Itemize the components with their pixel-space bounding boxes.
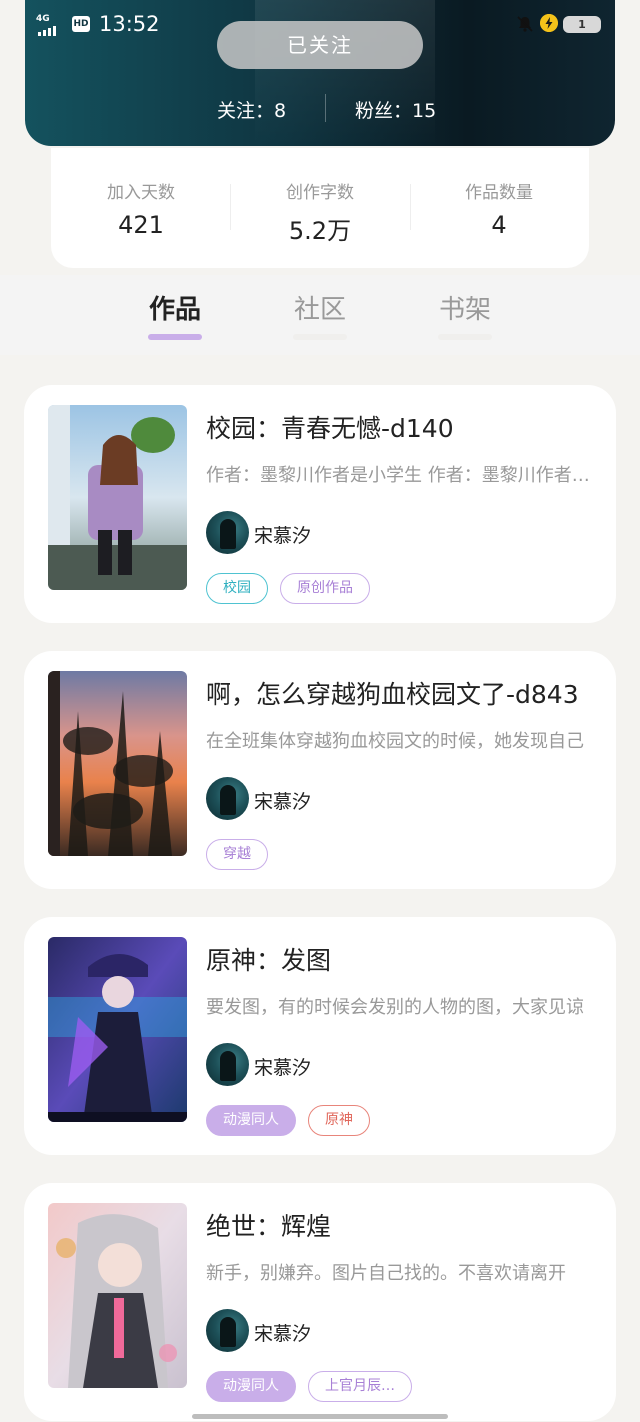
work-cover-image[interactable] (48, 671, 187, 856)
tab-bookshelf[interactable]: 书架 (420, 289, 510, 326)
tag[interactable]: 动漫同人 (206, 1371, 296, 1402)
stat-value: 4 (491, 211, 507, 239)
tag[interactable]: 穿越 (206, 839, 268, 870)
home-indicator[interactable] (192, 1414, 448, 1419)
tag[interactable]: 原创作品 (280, 573, 370, 604)
work-cover-image[interactable] (48, 405, 187, 590)
work-card[interactable]: 绝世：辉煌 新手，别嫌弃。图片自己找的。不喜欢请离开 宋慕汐 动漫同人 上官月辰… (24, 1183, 616, 1421)
mute-bell-icon (517, 16, 533, 32)
tag[interactable]: 校园 (206, 573, 268, 604)
work-description: 要发图，有的时候会发别的人物的图，大家见谅 (206, 997, 584, 1018)
work-tags: 动漫同人 上官月辰… (206, 1371, 412, 1402)
tab-works[interactable]: 作品 (130, 289, 220, 326)
stat-label: 创作字数 (286, 183, 354, 203)
work-title[interactable]: 校园：青春无憾-d140 (206, 409, 454, 445)
tag[interactable]: 上官月辰… (308, 1371, 412, 1402)
tab-bar: 作品 社区 书架 (0, 275, 640, 355)
work-tags: 穿越 (206, 839, 268, 870)
work-tags: 校园 原创作品 (206, 573, 370, 604)
tag[interactable]: 动漫同人 (206, 1105, 296, 1136)
work-cover-image[interactable] (48, 937, 187, 1122)
work-card[interactable]: 原神：发图 要发图，有的时候会发别的人物的图，大家见谅 宋慕汐 动漫同人 原神 (24, 917, 616, 1155)
avatar[interactable] (206, 777, 249, 820)
hd-icon: HD (72, 16, 90, 32)
author-name[interactable]: 宋慕汐 (254, 787, 311, 814)
work-title[interactable]: 原神：发图 (206, 941, 331, 977)
avatar[interactable] (206, 1043, 249, 1086)
charging-icon (540, 14, 558, 32)
author-name[interactable]: 宋慕汐 (254, 1319, 311, 1346)
stat-label: 加入天数 (107, 183, 175, 203)
stat-works-count: 作品数量 4 (409, 178, 589, 239)
work-description: 在全班集体穿越狗血校园文的时候，她发现自己 (206, 731, 584, 752)
follow-stats: 关注：8 粉丝：15 (0, 92, 640, 126)
work-description: 作者：墨黎川作者是小学生 作者：墨黎川作者是小学生 (206, 465, 596, 486)
stats-card: 加入天数 421 创作字数 5.2万 作品数量 4 (51, 148, 589, 268)
tab-bookshelf-indicator (438, 334, 492, 340)
stat-value: 421 (118, 211, 164, 239)
work-card[interactable]: 啊，怎么穿越狗血校园文了-d843 在全班集体穿越狗血校园文的时候，她发现自己 … (24, 651, 616, 889)
work-tags: 动漫同人 原神 (206, 1105, 370, 1136)
tab-works-indicator (148, 334, 202, 340)
tag[interactable]: 原神 (308, 1105, 370, 1136)
tab-community[interactable]: 社区 (275, 289, 365, 326)
stat-join-days: 加入天数 421 (51, 178, 231, 239)
tab-community-indicator (293, 334, 347, 340)
author-name[interactable]: 宋慕汐 (254, 521, 311, 548)
author-name[interactable]: 宋慕汐 (254, 1053, 311, 1080)
work-card[interactable]: 校园：青春无憾-d140 作者：墨黎川作者是小学生 作者：墨黎川作者是小学生 宋… (24, 385, 616, 623)
signal-icon: 4G (36, 14, 64, 36)
status-time: 13:52 (99, 12, 160, 36)
battery-icon: 1 (563, 16, 601, 33)
stat-word-count: 创作字数 5.2万 (230, 178, 410, 246)
work-title[interactable]: 啊，怎么穿越狗血校园文了-d843 (206, 675, 579, 711)
followers-count[interactable]: 粉丝：15 (355, 96, 436, 123)
stat-value: 5.2万 (288, 217, 352, 245)
work-cover-image[interactable] (48, 1203, 187, 1388)
avatar[interactable] (206, 511, 249, 554)
work-description: 新手，别嫌弃。图片自己找的。不喜欢请离开 (206, 1263, 566, 1284)
stat-label: 作品数量 (465, 183, 533, 203)
avatar[interactable] (206, 1309, 249, 1352)
network-type: 4G (36, 14, 50, 24)
following-count[interactable]: 关注：8 (217, 96, 286, 123)
work-title[interactable]: 绝世：辉煌 (206, 1207, 331, 1243)
follow-stats-divider (325, 94, 326, 122)
status-bar: 4G HD 13:52 1 (0, 0, 640, 50)
